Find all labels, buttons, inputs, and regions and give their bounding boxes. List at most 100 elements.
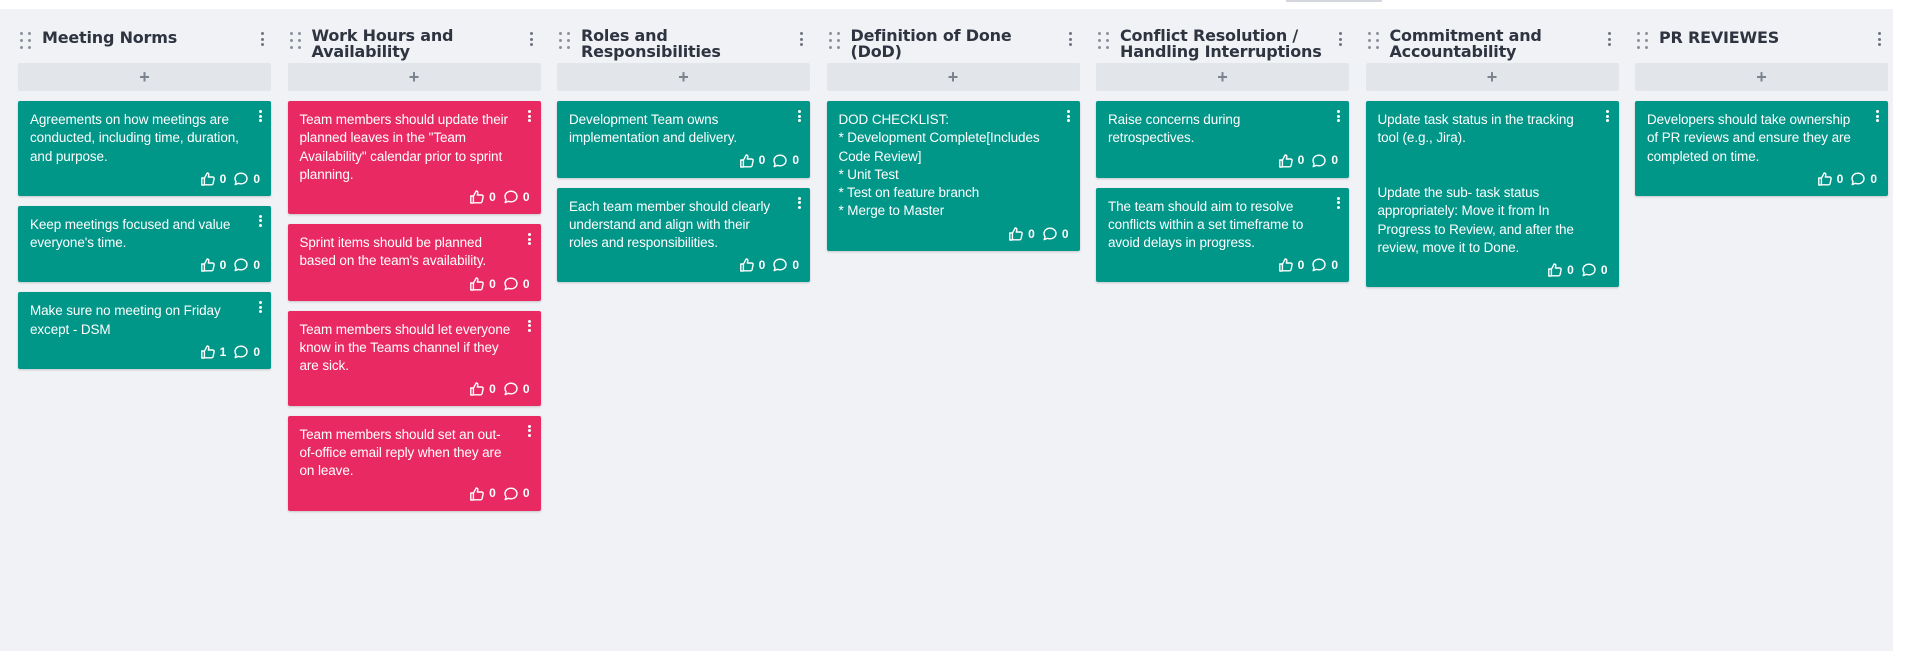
board-column-7: PR REVIEWES + Developers should take own…: [1635, 23, 1888, 206]
thumbs-up-icon[interactable]: [739, 153, 755, 169]
thumbs-up-icon[interactable]: [200, 257, 216, 273]
card-menu-icon[interactable]: [528, 319, 532, 332]
card-menu-icon[interactable]: [1875, 110, 1879, 122]
board-card[interactable]: Keep meetings focused and value everyone…: [18, 205, 271, 283]
card-menu-icon[interactable]: [528, 424, 532, 437]
comment-bubble-icon[interactable]: [1311, 257, 1327, 273]
column-title: Conflict Resolution / Handling Interrupt…: [1120, 26, 1322, 61]
like-count: 0: [219, 171, 227, 186]
drag-handle-icon[interactable]: [1366, 32, 1379, 50]
page-scrollbar[interactable]: [1893, 0, 1914, 651]
card-text: Team members should set an out-of-office…: [299, 426, 502, 479]
drag-handle-icon[interactable]: [1096, 32, 1109, 50]
board-card[interactable]: Make sure no meeting on Friday except - …: [18, 292, 271, 370]
comment-count: 0: [1870, 171, 1877, 186]
column-menu-icon[interactable]: [1068, 32, 1074, 46]
thumbs-up-icon[interactable]: [1278, 153, 1294, 169]
like-count: 1: [219, 344, 227, 359]
card-footer: 0 0: [300, 485, 533, 503]
board-card[interactable]: The team should aim to resolve conflicts…: [1096, 187, 1349, 283]
thumbs-up-icon[interactable]: [469, 381, 485, 397]
board-column-5: Conflict Resolution / Handling Interrupt…: [1096, 23, 1349, 292]
board-card[interactable]: Raise concerns during retrospectives. 0 …: [1096, 101, 1349, 178]
board-card[interactable]: Sprint items should be planned based on …: [287, 224, 541, 301]
column-menu-icon[interactable]: [529, 32, 535, 46]
add-card-button[interactable]: +: [557, 63, 810, 91]
thumbs-up-icon[interactable]: [469, 276, 485, 292]
thumbs-up-icon[interactable]: [200, 171, 216, 187]
board-card[interactable]: Each team member should clearly understa…: [557, 187, 810, 283]
comment-bubble-icon[interactable]: [772, 257, 788, 273]
column-menu-icon[interactable]: [1607, 32, 1613, 46]
card-menu-icon[interactable]: [797, 196, 801, 209]
thumbs-up-icon[interactable]: [469, 189, 485, 205]
board-card[interactable]: DOD CHECKLIST: * Development Complete[In…: [826, 101, 1080, 251]
drag-handle-icon[interactable]: [557, 32, 570, 50]
comment-bubble-icon[interactable]: [233, 257, 249, 273]
column-menu-icon[interactable]: [798, 32, 804, 46]
card-menu-icon[interactable]: [258, 110, 262, 122]
board-card[interactable]: Agreements on how meetings are conducted…: [18, 101, 271, 196]
add-card-button[interactable]: +: [826, 63, 1080, 91]
thumbs-up-icon[interactable]: [1008, 226, 1024, 242]
comment-bubble-icon[interactable]: [233, 344, 249, 360]
add-card-button[interactable]: +: [18, 63, 271, 91]
comment-bubble-icon[interactable]: [503, 276, 519, 292]
drag-handle-icon[interactable]: [1635, 32, 1648, 50]
card-footer: 0 0: [1647, 170, 1880, 188]
board-card[interactable]: Update task status in the tracking tool …: [1365, 101, 1619, 288]
column-header: Commitment and Accountability: [1366, 23, 1619, 63]
board-card[interactable]: Team members should set an out-of-office…: [287, 415, 541, 511]
card-menu-icon[interactable]: [528, 110, 532, 122]
card-menu-icon[interactable]: [1336, 110, 1340, 122]
card-list: Update task status in the tracking tool …: [1365, 101, 1619, 288]
thumbs-up-icon[interactable]: [1817, 171, 1833, 187]
card-menu-icon[interactable]: [1336, 196, 1340, 209]
card-menu-icon[interactable]: [797, 110, 801, 122]
thumbs-up-icon[interactable]: [200, 344, 216, 360]
card-menu-icon[interactable]: [258, 301, 262, 314]
like-count: 0: [489, 486, 496, 501]
comment-bubble-icon[interactable]: [1042, 226, 1058, 242]
add-card-button[interactable]: +: [287, 63, 541, 91]
like-count: 0: [1836, 171, 1844, 186]
comment-bubble-icon[interactable]: [1850, 171, 1866, 187]
add-card-button[interactable]: +: [1635, 63, 1888, 91]
drag-handle-icon[interactable]: [18, 32, 31, 50]
card-menu-icon[interactable]: [258, 214, 262, 227]
board-card[interactable]: Developers should take ownership of PR r…: [1635, 101, 1888, 196]
card-list: Team members should update their planned…: [287, 101, 541, 511]
board-card[interactable]: Team members should update their planned…: [287, 101, 541, 215]
card-menu-icon[interactable]: [528, 233, 532, 246]
card-menu-icon[interactable]: [1067, 110, 1071, 122]
like-count: 0: [758, 153, 766, 168]
board-card[interactable]: Team members should let everyone know in…: [287, 310, 541, 406]
comment-bubble-icon[interactable]: [233, 171, 249, 187]
card-footer: 1 0: [30, 343, 263, 361]
board-card[interactable]: Development Team owns implementation and…: [557, 101, 810, 178]
thumbs-up-icon[interactable]: [1547, 262, 1563, 278]
thumbs-up-icon[interactable]: [739, 257, 755, 273]
comment-bubble-icon[interactable]: [503, 189, 519, 205]
card-text: Team members should update their planned…: [299, 112, 509, 182]
like-count: 0: [1028, 226, 1035, 241]
comment-bubble-icon[interactable]: [772, 153, 788, 169]
comment-bubble-icon[interactable]: [503, 381, 519, 397]
add-card-button[interactable]: +: [1365, 63, 1619, 91]
column-menu-icon[interactable]: [1876, 32, 1882, 46]
comment-bubble-icon[interactable]: [1311, 153, 1327, 169]
drag-handle-icon[interactable]: [827, 32, 840, 50]
drag-handle-icon[interactable]: [288, 32, 301, 50]
comment-count: 0: [522, 276, 530, 291]
comment-bubble-icon[interactable]: [503, 486, 519, 502]
column-header: Conflict Resolution / Handling Interrupt…: [1096, 23, 1349, 63]
thumbs-up-icon[interactable]: [1278, 257, 1294, 273]
card-menu-icon[interactable]: [1606, 110, 1610, 122]
card-footer: 0 0: [569, 152, 802, 170]
column-menu-icon[interactable]: [1337, 32, 1343, 46]
column-menu-icon[interactable]: [259, 32, 265, 46]
thumbs-up-icon[interactable]: [469, 486, 485, 502]
card-text: Update task status in the tracking tool …: [1377, 112, 1574, 256]
add-card-button[interactable]: +: [1096, 63, 1349, 91]
comment-bubble-icon[interactable]: [1581, 262, 1597, 278]
